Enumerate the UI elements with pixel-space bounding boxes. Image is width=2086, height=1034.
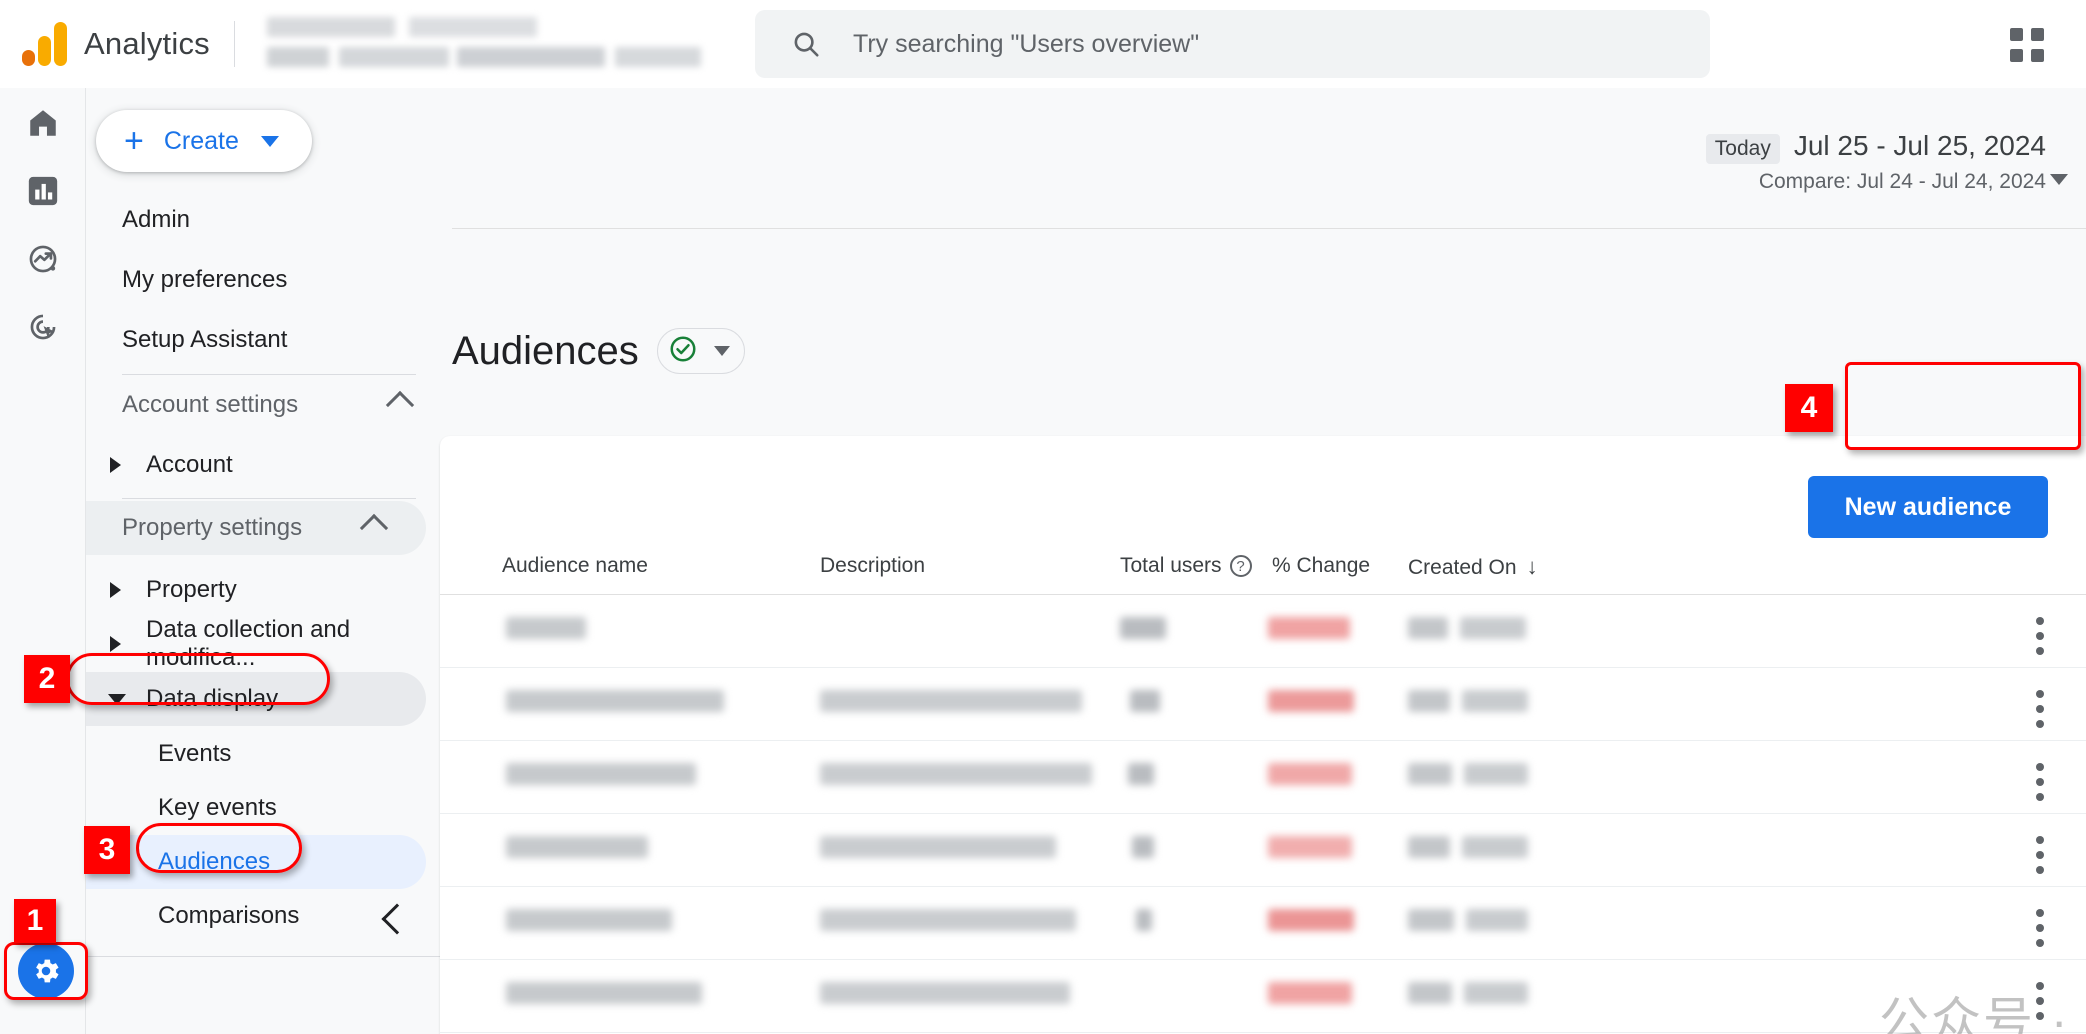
column-header-total-users-label: Total users xyxy=(1120,554,1222,577)
chevron-down-icon xyxy=(2050,174,2068,185)
sidebar-item-label: Events xyxy=(158,740,232,767)
more-vertical-icon[interactable] xyxy=(2036,617,2044,662)
column-header-description[interactable]: Description xyxy=(820,554,925,578)
watermark: 公众号 · 昕昕点灯LY xyxy=(1797,981,2086,1034)
date-range-compare: Compare: Jul 24 - Jul 24, 2024 xyxy=(1758,170,2046,193)
sidebar-item-label: Comparisons xyxy=(158,902,300,929)
header-divider xyxy=(233,21,235,67)
plus-icon: + xyxy=(124,122,144,160)
sidebar-item-admin[interactable]: Admin xyxy=(86,193,452,247)
icon-rail xyxy=(0,88,86,1034)
annotation-box-data-display xyxy=(66,653,330,705)
property-selector-redacted[interactable] xyxy=(259,15,709,73)
chevron-down-icon xyxy=(713,346,730,356)
date-range-picker[interactable]: Today Jul 25 - Jul 25, 2024 Compare: Jul… xyxy=(1486,130,2068,194)
chevron-up-icon xyxy=(385,390,415,420)
search-placeholder-text: Try searching "Users overview" xyxy=(853,29,1200,58)
audiences-card: New audience Audience name Description T… xyxy=(440,436,2086,1034)
chevron-right-icon xyxy=(110,457,121,473)
sidebar-item-setup-assistant[interactable]: Setup Assistant xyxy=(86,313,452,367)
analytics-admin-page: Analytics Try searching "Users overview" xyxy=(0,0,2086,1034)
column-header-created-on-label: Created On xyxy=(1408,556,1517,579)
admin-sidebar: + Create Admin My preferences Setup Assi… xyxy=(86,88,452,1034)
page-title: Audiences xyxy=(452,328,639,373)
sidebar-group-label: Account settings xyxy=(122,391,299,418)
sidebar-item-property[interactable]: Property xyxy=(86,563,452,617)
apps-grid-icon[interactable] xyxy=(2010,28,2044,62)
chevron-up-icon xyxy=(359,513,389,543)
sidebar-item-label: Account xyxy=(146,451,233,478)
more-vertical-icon[interactable] xyxy=(2036,690,2044,735)
annotation-box-gear xyxy=(4,942,88,1000)
sidebar-divider xyxy=(122,374,416,375)
more-vertical-icon[interactable] xyxy=(2036,836,2044,881)
create-label: Create xyxy=(163,126,239,155)
sidebar-item-label: My preferences xyxy=(122,266,288,293)
bar-chart-icon[interactable] xyxy=(20,168,66,214)
chevron-right-icon xyxy=(110,582,121,598)
sidebar-divider xyxy=(122,498,416,499)
annotation-box-audiences xyxy=(136,823,302,873)
help-circle-icon[interactable]: ? xyxy=(1229,555,1252,578)
sidebar-item-account[interactable]: Account xyxy=(86,438,452,492)
watermark-text: 公众号 · 昕昕点灯LY xyxy=(1879,993,2070,1034)
table-row[interactable] xyxy=(440,595,2086,668)
brand-title: Analytics xyxy=(84,26,210,61)
table-row[interactable] xyxy=(440,814,2086,887)
chevron-down-icon xyxy=(260,135,279,147)
new-audience-button[interactable]: New audience xyxy=(1808,476,2048,538)
column-header-created-on[interactable]: Created On ↓ xyxy=(1408,554,1538,580)
sidebar-footer-divider xyxy=(86,956,452,957)
sidebar-group-label: Property settings xyxy=(122,514,303,541)
green-check-circle-icon xyxy=(668,334,698,369)
table-row[interactable] xyxy=(440,668,2086,741)
status-badge[interactable] xyxy=(656,328,745,374)
sidebar-group-property-settings[interactable]: Property settings xyxy=(86,501,426,555)
home-icon[interactable] xyxy=(20,100,66,146)
top-bar: Analytics Try searching "Users overview" xyxy=(0,0,2086,88)
page-header: Audiences xyxy=(452,328,745,374)
chevron-right-icon xyxy=(110,636,121,652)
sidebar-item-label: Setup Assistant xyxy=(122,326,288,353)
analytics-logo-icon xyxy=(22,22,67,66)
sidebar-group-account-settings[interactable]: Account settings xyxy=(86,378,452,432)
more-vertical-icon[interactable] xyxy=(2036,763,2044,808)
annotation-box-new-audience xyxy=(1845,362,2081,450)
sort-descending-arrow: ↓ xyxy=(1526,554,1538,579)
advertising-target-icon[interactable] xyxy=(20,304,66,350)
create-button[interactable]: + Create xyxy=(96,110,312,172)
sidebar-item-events[interactable]: Events xyxy=(86,727,452,781)
sidebar-item-my-preferences[interactable]: My preferences xyxy=(86,253,452,307)
table-row[interactable] xyxy=(440,741,2086,814)
column-header-percent-change[interactable]: % Change xyxy=(1272,554,1370,578)
annotation-badge-4: 4 xyxy=(1785,384,1833,432)
column-header-audience-name[interactable]: Audience name xyxy=(502,554,648,578)
explore-trend-icon[interactable] xyxy=(20,236,66,282)
search-icon xyxy=(791,29,821,59)
header-rule xyxy=(452,228,2086,229)
more-vertical-icon[interactable] xyxy=(2036,909,2044,954)
date-range-value: Jul 25 - Jul 25, 2024 xyxy=(1793,130,2046,161)
table-row[interactable] xyxy=(440,887,2086,960)
sidebar-item-label: Admin xyxy=(122,206,191,233)
main-content: Today Jul 25 - Jul 25, 2024 Compare: Jul… xyxy=(440,88,2086,1034)
annotation-badge-2: 2 xyxy=(24,655,70,703)
search-input[interactable]: Try searching "Users overview" xyxy=(755,10,1710,78)
date-range-today-badge: Today xyxy=(1705,134,1780,164)
sidebar-item-label: Key events xyxy=(158,794,277,821)
sidebar-item-label: Property xyxy=(146,576,237,603)
annotation-badge-1: 1 xyxy=(14,899,56,943)
annotation-badge-3: 3 xyxy=(84,826,130,874)
column-header-total-users[interactable]: Total users? xyxy=(1120,554,1252,578)
